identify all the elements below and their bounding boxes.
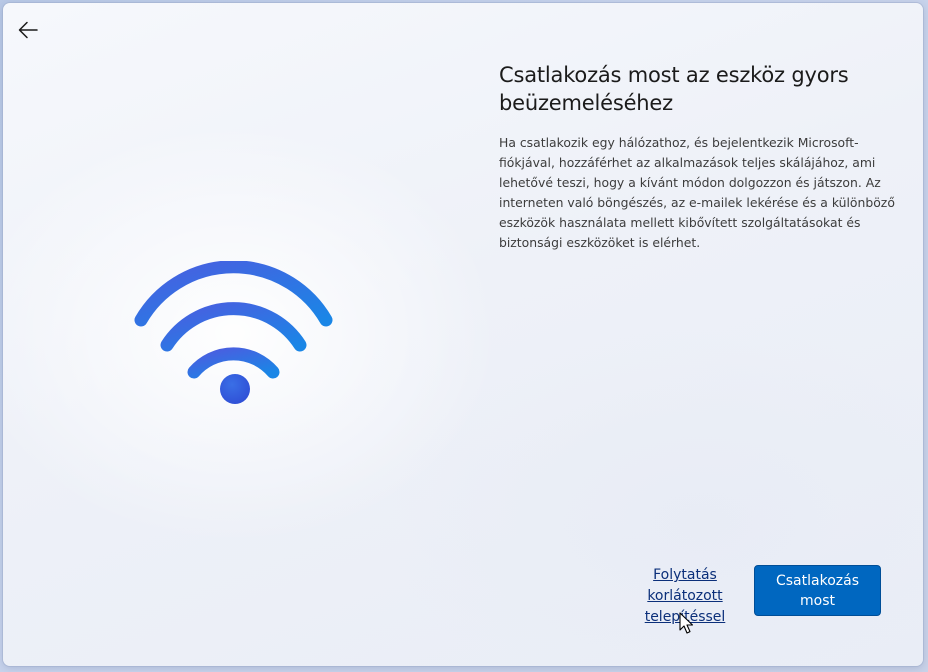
- page-description: Ha csatlakozik egy hálózathoz, és bejele…: [499, 135, 895, 250]
- wifi-inner-arc: [187, 347, 280, 379]
- page-title: Csatlakozás most az eszköz gyors beüzeme…: [499, 63, 849, 115]
- wifi-dot: [220, 374, 250, 404]
- wifi-icon: [134, 261, 333, 404]
- connect-now-button[interactable]: Csatlakozás most: [754, 565, 881, 616]
- back-arrow-icon: [18, 21, 38, 39]
- setup-window: Csatlakozás most az eszköz gyors beüzeme…: [3, 3, 923, 666]
- limited-setup-link[interactable]: Folytatás korlátozott telepítéssel: [637, 565, 733, 628]
- back-button[interactable]: [13, 15, 43, 45]
- wifi-middle-arc: [160, 302, 307, 352]
